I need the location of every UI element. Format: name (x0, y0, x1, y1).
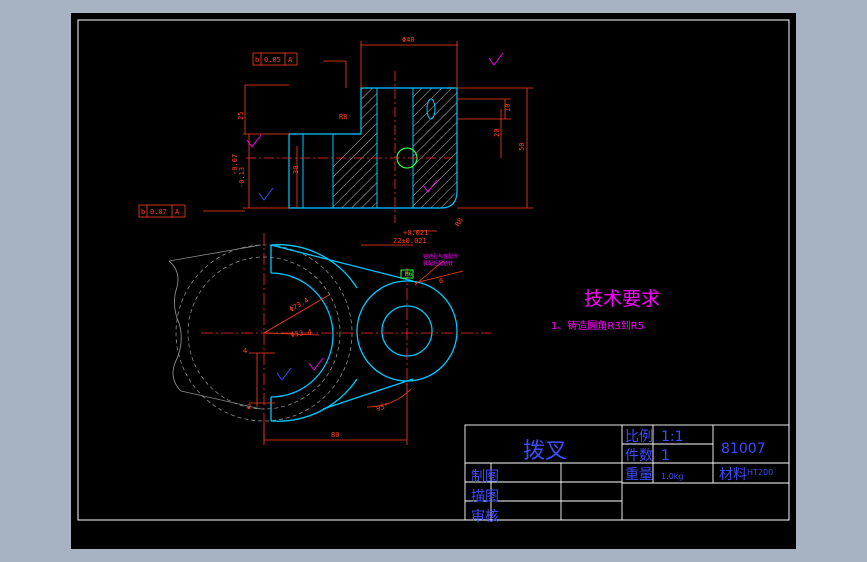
dim-phi53: Φ53.4 (290, 328, 312, 339)
section-view (246, 71, 458, 223)
part-name: 拨叉 (523, 439, 567, 464)
dim-d22b: +0.021 (403, 229, 428, 237)
note-magenta: 钻通孔与轴配作 (423, 253, 458, 260)
gdt-top-tol: 0.05 (264, 56, 281, 64)
front-dimensions (249, 260, 464, 445)
quantity-label: 件数 (625, 448, 653, 464)
drawing-canvas[interactable]: Φ40 10 20 50 30 25 -0.07 -0.13 22±0.021 … (71, 13, 796, 549)
tech-req-item-1: 1、铸造圆角R3到R5 (551, 319, 644, 332)
note-magenta-2: 装配后配钻铰 (423, 260, 453, 267)
scale-value: 1:1 (661, 429, 684, 445)
drawing-number: 81007 (721, 441, 766, 457)
dim-d22: 22±0.021 (393, 237, 427, 245)
dim-tol2: -0.13 (238, 167, 246, 188)
dim-r8b: R8 (454, 217, 465, 228)
gdt-left-sym: b (141, 208, 145, 216)
dim-r8: R8 (339, 113, 347, 121)
drawn-label: 制图 (471, 469, 499, 485)
reviewed-label: 审核 (471, 509, 499, 525)
dim-d30: 30 (292, 166, 300, 174)
dim-d50: 50 (518, 143, 526, 151)
dim-d20: 20 (493, 129, 501, 137)
dim-d40: Φ40 (402, 36, 415, 44)
gdt-frame-top: b 0.05 A (252, 52, 298, 66)
gdt-left-datum: A (175, 208, 180, 216)
designed-label: 描图 (471, 489, 499, 505)
quantity-value: 1 (661, 448, 670, 464)
dim-d2: 2 (247, 403, 251, 411)
weight-label: 重量 (625, 467, 653, 483)
weight-value: 1.0kg (661, 472, 683, 481)
dim-d25: 25 (237, 112, 245, 120)
section-dim-text: Φ40 10 20 50 30 25 -0.07 -0.13 22±0.021 … (231, 36, 526, 245)
dim-d4: 4 (243, 347, 247, 355)
cad-drawing-viewport[interactable]: Φ40 10 20 50 30 25 -0.07 -0.13 22±0.021 … (71, 13, 796, 549)
tech-req-title: 技术要求 (584, 288, 660, 310)
dim-phi73: Φ73.4 (288, 296, 310, 313)
front-dim-text: Φ73.4 Φ53.4 80 4 2 95° 6 M6 钻通孔与轴配作 装配后配… (243, 253, 458, 439)
gdt-frame-left: b 0.07 A (138, 204, 186, 218)
gdt-top-datum: A (288, 56, 293, 64)
material-label: 材料 (719, 467, 747, 483)
dim-d6: 6 (439, 277, 443, 285)
gdt-left-tol: 0.07 (150, 208, 167, 216)
dim-d10: 10 (504, 104, 512, 112)
scale-label: 比例 (625, 429, 653, 445)
dim-m6: M6 (405, 271, 413, 278)
dim-angle: 95° (375, 402, 389, 413)
gdt-top-sym: b (255, 56, 259, 64)
material-value: HT200 (747, 468, 773, 477)
dim-d80: 80 (331, 431, 339, 439)
